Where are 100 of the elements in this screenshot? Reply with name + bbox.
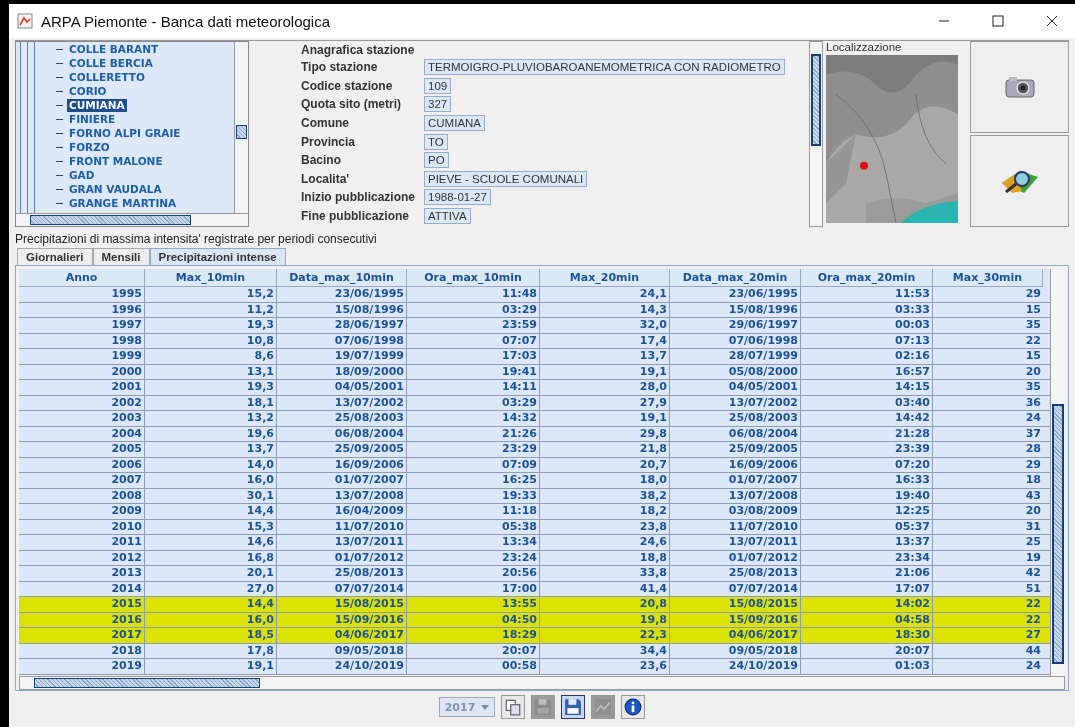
table-cell: 19,1 xyxy=(540,364,670,379)
table-cell-text: 15 xyxy=(1024,349,1042,364)
field-value: TERMOIGRO-PLUVIOBAROANEMOMETRICA CON RADIOMETRO xyxy=(424,59,785,76)
table-cell: 03:40 xyxy=(801,395,933,410)
table-row[interactable]: 2005 13,7 25/09/2005 23:29 21,8 25/09/2005 23:39 28 xyxy=(19,442,1050,458)
tab[interactable]: Mensili xyxy=(92,248,150,265)
table-cell: 13/07/2002 xyxy=(670,395,801,410)
horizontal-scrollbar[interactable] xyxy=(16,213,248,226)
tree-item[interactable]: FRONT MALONE xyxy=(67,154,165,168)
table-cell: 15/08/2015 xyxy=(277,597,407,612)
app-icon xyxy=(17,13,33,29)
table-cell: 22,3 xyxy=(540,628,670,643)
tree-item[interactable]: FINIERE xyxy=(67,112,118,126)
table-cell: 28/07/1999 xyxy=(670,349,801,364)
location-label: Localizzazione xyxy=(826,41,903,55)
table-row[interactable]: 2011 14,6 13/07/2011 13:34 24,6 13/07/2011 13:37 25 xyxy=(19,535,1050,551)
table-cell: 01/07/2012 xyxy=(670,550,801,565)
table-row[interactable]: 2019 19,1 24/10/2019 00:58 23,6 24/10/2019 01:03 24 xyxy=(19,659,1050,675)
table-cell: 18,5 xyxy=(145,628,277,643)
table-cell: 19:41 xyxy=(407,364,540,379)
table-cell: 07:09 xyxy=(407,457,540,472)
table-cell: 13/07/2011 xyxy=(670,535,801,550)
table-cell: 16/09/2006 xyxy=(277,457,407,472)
table-cell-text: 42 xyxy=(1024,566,1042,581)
table-cell: 14:11 xyxy=(407,380,540,395)
table-cell: 04/05/2001 xyxy=(670,380,801,395)
table-cell: 20:56 xyxy=(407,566,540,581)
table-cell: 07/06/1998 xyxy=(670,333,801,348)
horizontal-scrollbar[interactable] xyxy=(19,676,1065,690)
table-cell: 18,2 xyxy=(540,504,670,519)
map-search-button[interactable] xyxy=(970,135,1069,227)
table-cell: 2004 xyxy=(19,426,145,441)
table-cell: 16/04/2009 xyxy=(277,504,407,519)
camera-icon xyxy=(1004,76,1035,98)
tree-item[interactable]: GRANGE MARTINA xyxy=(67,196,179,210)
table-cell: 13:55 xyxy=(407,597,540,612)
table-row[interactable]: 2017 18,5 04/06/2017 18:29 22,3 04/06/2017 18:30 27 xyxy=(19,628,1050,644)
copy-button[interactable] xyxy=(501,695,526,719)
table-cell-text: 31 xyxy=(1024,519,1042,534)
table-cell: 18:30 xyxy=(801,628,933,643)
chart-button[interactable] xyxy=(591,695,616,719)
tree-item[interactable]: COLLE BARANT xyxy=(67,42,161,56)
table-cell: 33,8 xyxy=(540,566,670,581)
table-cell: 13/07/2008 xyxy=(277,488,407,503)
table-row[interactable]: 2007 16,0 01/07/2007 16:25 18,0 01/07/2007 16:33 18 xyxy=(19,473,1050,489)
table-cell: 25/08/2013 xyxy=(670,566,801,581)
table-cell: 18,1 xyxy=(145,395,277,410)
field-value: 109 xyxy=(424,77,452,94)
tree-item[interactable]: COLLERETTO xyxy=(67,70,147,84)
table-cell-text: 29 xyxy=(1024,457,1042,472)
maximize-icon[interactable] xyxy=(992,15,1004,27)
field-value: PO xyxy=(424,152,449,169)
tab[interactable]: Giornalieri xyxy=(17,248,93,265)
table-cell: 2017 xyxy=(19,628,145,643)
table-cell: 15/08/2015 xyxy=(670,597,801,612)
vertical-scrollbar[interactable] xyxy=(1050,269,1065,676)
table-cell: 2005 xyxy=(19,442,145,457)
table-row[interactable]: 1997 19,3 28/06/1997 23:59 32,0 29/06/1997 00:03 35 xyxy=(19,318,1050,334)
table-cell: 07/07/2014 xyxy=(670,581,801,596)
table-cell: 13,7 xyxy=(145,442,277,457)
tree-item[interactable]: GAD xyxy=(67,168,97,182)
table-cell: 06/08/2004 xyxy=(277,426,407,441)
table-cell: 00:58 xyxy=(407,659,540,674)
table-row[interactable]: 2001 19,3 04/05/2001 14:11 28,0 04/05/2001 14:15 35 xyxy=(19,380,1050,396)
field-label: Codice stazione xyxy=(301,78,394,93)
table-cell: 04:58 xyxy=(801,612,933,627)
table-cell-text: 25 xyxy=(1024,535,1042,550)
table-row[interactable]: 2009 14,4 16/04/2009 11:18 18,2 03/08/2009 12:25 20 xyxy=(19,504,1050,520)
table-cell-text: 24 xyxy=(1024,411,1042,426)
tree-item[interactable]: CORIO xyxy=(67,84,109,98)
table-cell: 20:07 xyxy=(407,643,540,658)
table-cell: 2000 xyxy=(19,364,145,379)
info-button[interactable] xyxy=(621,695,646,719)
table-cell: 23/06/1995 xyxy=(277,287,407,302)
tab[interactable]: Precipitazioni intense xyxy=(149,248,286,265)
tree-item[interactable]: COLLE BERCIA xyxy=(67,56,155,70)
table-cell: 11/07/2010 xyxy=(670,519,801,534)
save-button[interactable] xyxy=(561,695,586,719)
close-icon[interactable] xyxy=(1046,15,1058,27)
vertical-scrollbar[interactable] xyxy=(234,42,248,213)
vertical-scrollbar[interactable] xyxy=(809,41,823,227)
table-cell: 29,8 xyxy=(540,426,670,441)
table-cell: 2011 xyxy=(19,535,145,550)
table-cell: 17,4 xyxy=(540,333,670,348)
table-row[interactable]: 2015 14,4 15/08/2015 13:55 20,8 15/08/2015 14:02 22 xyxy=(19,597,1050,613)
tree-item[interactable]: FORZO xyxy=(67,140,112,154)
table-row[interactable]: 1999 8,6 19/07/1999 17:03 13,7 28/07/1999 02:16 15 xyxy=(19,349,1050,365)
table-row[interactable]: 2013 20,1 25/08/2013 20:56 33,8 25/08/2013 21:06 42 xyxy=(19,566,1050,582)
table-cell: 16:33 xyxy=(801,473,933,488)
table-cell: 14:15 xyxy=(801,380,933,395)
table-cell: 01/07/2007 xyxy=(277,473,407,488)
table-row[interactable]: 1995 15,2 23/06/1995 11:48 24,1 23/06/1995 11:53 29 xyxy=(19,287,1050,303)
tree-item[interactable]: FORNO ALPI GRAIE xyxy=(67,126,183,140)
table-row[interactable]: 2003 13,2 25/08/2003 14:32 19,1 25/08/2003 14:42 24 xyxy=(19,411,1050,427)
tree-item[interactable]: GRAN VAUDALA xyxy=(67,182,164,196)
table-cell: 10,8 xyxy=(145,333,277,348)
table-cell: 16:57 xyxy=(801,364,933,379)
table-cell: 14,4 xyxy=(145,504,277,519)
table-cell: 03:29 xyxy=(407,302,540,317)
tree-item[interactable]: CUMIANA xyxy=(67,98,127,112)
